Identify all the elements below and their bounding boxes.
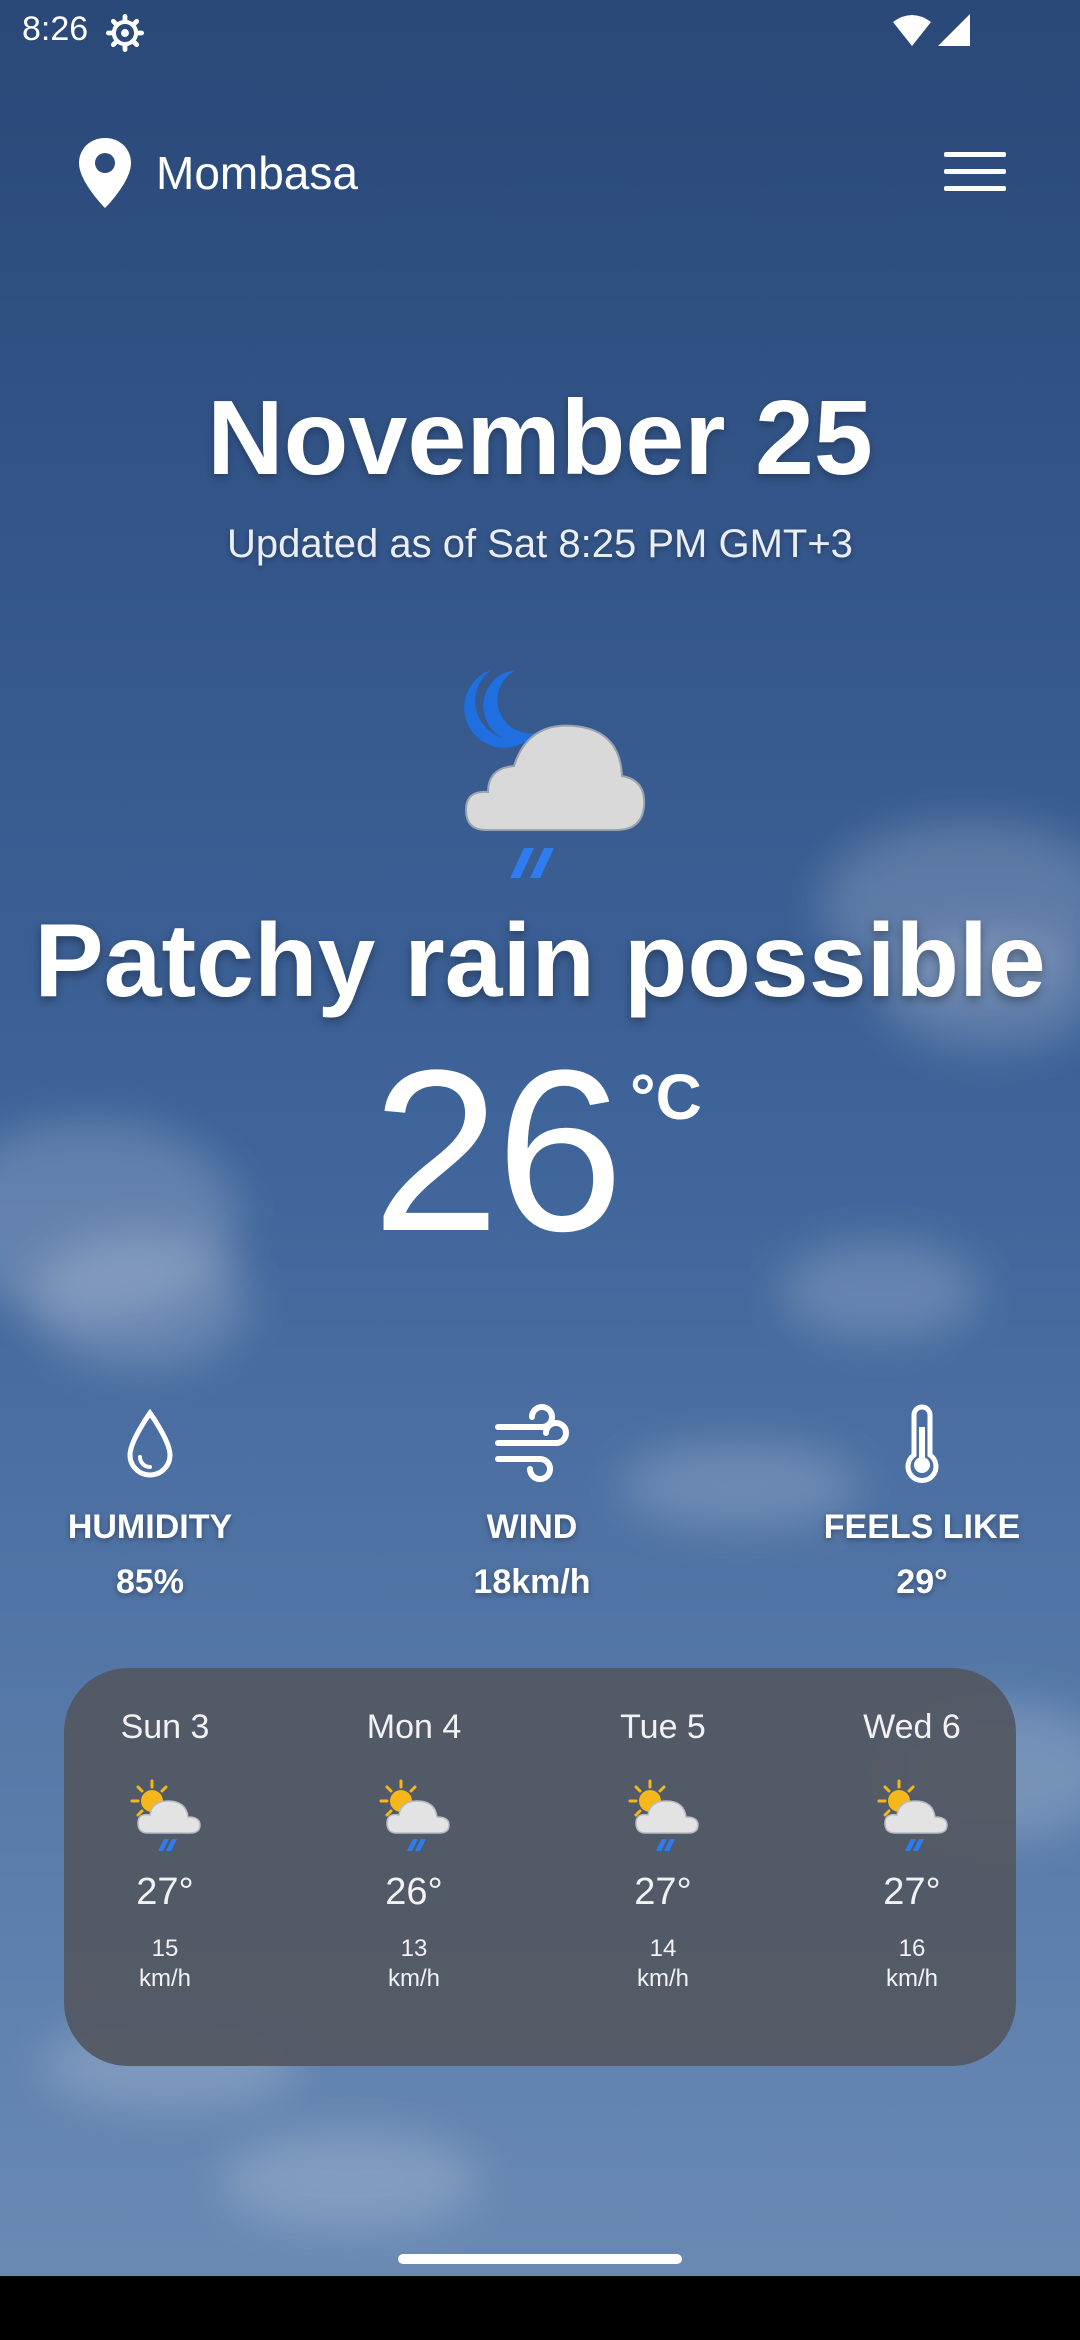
forecast-wind: 15 km/h: [65, 1934, 265, 1994]
humidity-stat: HUMIDITY 85%: [0, 1404, 300, 1602]
sun-cloud-rain-icon: [628, 1779, 699, 1851]
feels-like-stat: FEELS LIKE 29°: [772, 1404, 1072, 1602]
wind-label: WIND: [486, 1508, 578, 1546]
forecast-wind: 13 km/h: [314, 1934, 514, 1994]
forecast-temp: 26°: [385, 1871, 443, 1913]
signal-icon: [938, 14, 970, 46]
forecast-wind: 16 km/h: [812, 1934, 1012, 1994]
forecast-day-tue[interactable]: Tue 5 27° 14 km/h: [563, 1708, 763, 1994]
moon-cloud-rain-icon: [464, 670, 646, 878]
droplet-icon: [127, 1408, 173, 1478]
status-time: 8:26: [22, 10, 89, 48]
forecast-wind: 14 km/h: [563, 1934, 763, 1994]
forecast-day-mon[interactable]: Mon 4 26° 13 km/h: [314, 1708, 514, 1994]
date-title: November 25: [207, 379, 873, 497]
wind-icon: [495, 1404, 569, 1482]
forecast-day-name: Wed 6: [863, 1708, 961, 1746]
location-name[interactable]: Mombasa: [156, 146, 358, 200]
forecast-temp: 27°: [883, 1871, 941, 1913]
sun-cloud-rain-icon: [130, 1779, 201, 1851]
thermometer-icon: [905, 1404, 939, 1483]
forecast-day-name: Tue 5: [620, 1708, 706, 1746]
location-pin-icon[interactable]: [76, 136, 134, 210]
feels-like-label: FEELS LIKE: [823, 1508, 1021, 1546]
forecast-wind-unit: km/h: [885, 1965, 938, 1992]
status-bar: 8:26: [0, 0, 1080, 64]
humidity-value: 85%: [115, 1563, 185, 1601]
forecast-day-name: Mon 4: [366, 1708, 462, 1746]
forecast-wind-value: 16: [898, 1935, 926, 1962]
sun-cloud-rain-icon: [379, 1779, 450, 1851]
sun-cloud-rain-icon: [877, 1779, 948, 1851]
forecast-wind-value: 13: [400, 1935, 428, 1962]
condition-text: Patchy rain possible: [34, 903, 1046, 1019]
forecast-day-wed[interactable]: Wed 6 27° 16 km/h: [812, 1708, 1012, 1994]
wind-value: 18km/h: [473, 1563, 591, 1601]
forecast-wind-unit: km/h: [138, 1965, 191, 1992]
hamburger-menu-icon[interactable]: [930, 142, 1020, 202]
temperature-unit: °C: [630, 1061, 702, 1133]
forecast-wind-value: 14: [649, 1935, 677, 1962]
gear-icon: [106, 14, 144, 52]
current-temperature: 26: [372, 1022, 624, 1279]
forecast-day-sun[interactable]: Sun 3 27° 15 km/h: [65, 1708, 265, 1994]
forecast-day-name: Sun 3: [120, 1708, 210, 1746]
feels-like-value: 29°: [896, 1563, 948, 1601]
forecast-wind-unit: km/h: [636, 1965, 689, 1992]
updated-time: Updated as of Sat 8:25 PM GMT+3: [227, 522, 853, 566]
forecast-temp: 27°: [634, 1871, 692, 1913]
forecast-temp: 27°: [136, 1871, 194, 1913]
home-indicator[interactable]: [398, 2254, 682, 2264]
wind-stat: WIND 18km/h: [382, 1404, 682, 1602]
forecast-wind-unit: km/h: [387, 1965, 440, 1992]
navigation-bar: [0, 2276, 1080, 2340]
wifi-icon: [893, 15, 931, 46]
forecast-card: Sun 3 27° 15 km/h Mon 4 26° 13 km/h Tue …: [64, 1668, 1016, 2066]
forecast-wind-value: 15: [151, 1935, 179, 1962]
humidity-label: HUMIDITY: [67, 1508, 233, 1546]
